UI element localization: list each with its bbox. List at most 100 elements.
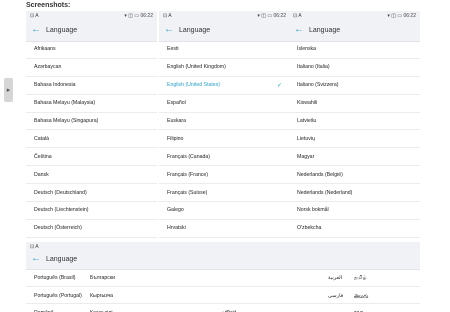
back-arrow-icon[interactable]: ← (31, 24, 41, 35)
language-row[interactable]: Latviešu (289, 113, 420, 131)
status-right: ▾ ◫ ▭ 06:22 (124, 13, 153, 19)
status-bar: ⊡ A ▾ ◫ ▭ 06:22 (289, 11, 420, 21)
back-arrow-icon[interactable]: ← (294, 24, 304, 35)
language-list: Íslenska Italiano (Italia) Italiano (Svizz… (289, 41, 420, 242)
language-list: Eesti English (United Kingdom) English (Un… (159, 41, 290, 242)
language-row[interactable]: Norsk bokmål (289, 202, 420, 220)
language-row[interactable]: O'zbekcha (289, 220, 420, 238)
language-row[interactable]: Filipino (159, 130, 290, 149)
language-row[interactable]: Euskara (159, 113, 290, 131)
language-label: Deutsch (Deutschland) (34, 189, 87, 196)
language-label: Filipino (167, 135, 184, 142)
language-label[interactable]: فارسی (328, 293, 343, 299)
checkmark-icon: ✓ (276, 82, 282, 89)
language-label: Français (France) (167, 171, 208, 178)
language-row[interactable]: Français (Canada) (159, 148, 290, 167)
language-label[interactable]: العربية (328, 275, 342, 281)
language-row[interactable]: Français (Suisse) (159, 184, 290, 203)
phone-screen-3: ⊡ A ▾ ◫ ▭ 06:22 ← Language Íslenska Itali… (289, 11, 420, 242)
language-label: Kiswahili (297, 100, 318, 107)
status-bar: ⊡ A ▾ ◫ ▭ 06:22 (159, 11, 290, 21)
language-label[interactable]: తెలుగు (354, 293, 368, 301)
language-label: Français (Canada) (167, 153, 210, 160)
language-label: Bahasa Melayu (Singapura) (34, 118, 99, 124)
language-row[interactable]: Hrvatski (159, 220, 290, 238)
page-title: Language (46, 256, 78, 263)
language-label[interactable]: Български (90, 275, 115, 281)
language-label: Español (167, 100, 186, 107)
language-row[interactable]: Dansk (26, 166, 157, 185)
language-label: Afrikaans (34, 46, 56, 53)
language-label: Dansk (34, 171, 49, 178)
language-label: Magyar (297, 153, 315, 160)
language-row[interactable]: English (United Kingdom) (159, 59, 290, 77)
language-label: Latviešu (297, 118, 317, 124)
language-label: Azərbaycan (34, 64, 62, 71)
language-label[interactable]: Кыргызча (90, 293, 113, 299)
language-row[interactable]: Lietuvių (289, 130, 420, 149)
language-row[interactable]: Nederlands (België) (289, 166, 420, 185)
language-row[interactable]: Français (France) (159, 166, 290, 185)
language-row[interactable]: Azərbaycan (26, 59, 157, 77)
language-row[interactable]: Català (26, 130, 157, 149)
language-row[interactable]: Bahasa Melayu (Malaysia) (26, 95, 157, 113)
language-label: Lietuvių (297, 135, 315, 142)
back-arrow-icon[interactable]: ← (31, 253, 41, 264)
language-label: Eesti (167, 46, 179, 53)
language-label: Italiano (Svizzera) (297, 82, 339, 89)
language-label: Bahasa Melayu (Malaysia) (34, 100, 96, 107)
language-label: Deutsch (Liechtenstein) (34, 207, 89, 214)
language-row[interactable]: Čeština (26, 148, 157, 167)
language-row[interactable]: Deutsch (Deutschland) (26, 184, 157, 203)
language-row[interactable]: Íslenska (289, 41, 420, 59)
language-grid-row: Português (Portugal) Кыргызча فارسی తెలుగు (26, 287, 420, 304)
language-label: English (United States) (167, 82, 221, 89)
language-row[interactable]: Galego (159, 202, 290, 220)
chevron-right-icon: ▸ (6, 87, 11, 94)
app-bar: ← Language (159, 21, 290, 42)
phone-screen-2: ⊡ A ▾ ◫ ▭ 06:22 ← Language Eesti English … (159, 11, 290, 242)
screenshots-caption: Screenshots: (26, 2, 71, 9)
language-row[interactable]: Italiano (Svizzera) (289, 77, 420, 95)
language-grid-row: RomânăҚазақ тіліአማርኛಕನ್ನಡ (26, 304, 420, 312)
language-row[interactable]: Bahasa Indonesia (26, 77, 157, 95)
language-row[interactable]: English (United States) ✓ (159, 77, 290, 95)
app-bar: ← Language (26, 250, 420, 270)
language-label: Galego (167, 207, 184, 214)
language-grid: Português (Brasil) Български العربية தமிழ் P… (26, 269, 420, 312)
language-row[interactable]: Bahasa Melayu (Singapura) (26, 113, 157, 131)
language-label[interactable]: Português (Portugal) (34, 293, 82, 299)
language-row[interactable]: Afrikaans (26, 41, 157, 59)
page-title: Language (309, 27, 341, 34)
page-title: Language (46, 27, 78, 34)
status-right: ▾ ◫ ▭ 06:22 (257, 13, 286, 19)
app-bar: ← Language (289, 21, 420, 42)
language-grid-row: Português (Brasil) Български العربية தமிழ் (26, 269, 420, 287)
language-label: O'zbekcha (297, 225, 322, 232)
language-label: Nederlands (België) (297, 171, 343, 178)
language-label: Italiano (Italia) (297, 64, 330, 71)
language-label: Norsk bokmål (297, 207, 329, 214)
language-label: Bahasa Indonesia (34, 82, 76, 89)
language-label: Nederlands (Nederland) (297, 189, 353, 196)
app-bar: ← Language (26, 21, 157, 42)
language-row[interactable]: Deutsch (Österreich) (26, 220, 157, 238)
language-row[interactable]: Magyar (289, 148, 420, 167)
language-label: Íslenska (297, 46, 317, 53)
language-label: Català (34, 135, 49, 142)
language-row[interactable]: Italiano (Italia) (289, 59, 420, 77)
language-row[interactable]: Kiswahili (289, 95, 420, 113)
language-label[interactable]: தமிழ் (354, 275, 367, 281)
language-row[interactable]: Español (159, 95, 290, 113)
side-expand-handle[interactable]: ▸ (4, 78, 13, 102)
language-row[interactable]: Nederlands (Nederland) (289, 184, 420, 203)
status-bar: ⊡ A (26, 242, 420, 250)
language-label[interactable]: Português (Brasil) (34, 275, 76, 281)
language-label: Deutsch (Österreich) (34, 225, 82, 232)
status-left: ⊡ A (293, 13, 302, 19)
language-row[interactable]: Eesti (159, 41, 290, 59)
language-row[interactable]: Deutsch (Liechtenstein) (26, 202, 157, 220)
status-left: ⊡ A (30, 13, 39, 19)
back-arrow-icon[interactable]: ← (164, 24, 174, 35)
page-title: Language (179, 27, 211, 34)
